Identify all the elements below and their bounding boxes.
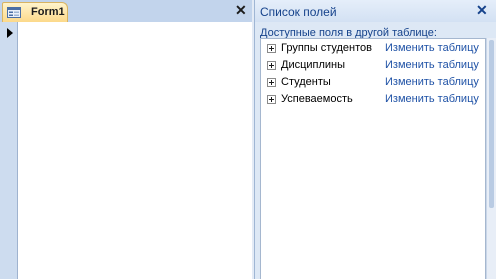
edit-table-link[interactable]: Изменить таблицу bbox=[385, 59, 479, 71]
form-icon bbox=[7, 7, 21, 18]
close-field-list-icon[interactable]: ✕ bbox=[476, 3, 488, 17]
table-name[interactable]: Дисциплины bbox=[281, 59, 345, 71]
tables-list: Группы студентов Изменить таблицу Дисцип… bbox=[260, 38, 486, 279]
list-item: Дисциплины Изменить таблицу bbox=[261, 58, 485, 75]
document-tab-strip: Form1 ✕ bbox=[0, 0, 254, 22]
table-name[interactable]: Студенты bbox=[281, 76, 331, 88]
edit-table-link[interactable]: Изменить таблицу bbox=[385, 76, 479, 88]
tab-label: Form1 bbox=[31, 6, 65, 18]
form-design-canvas[interactable] bbox=[18, 22, 252, 279]
field-list-title: Список полей bbox=[260, 5, 337, 19]
list-item: Студенты Изменить таблицу bbox=[261, 75, 485, 92]
field-list-pane: Список полей ✕ Доступные поля в другой т… bbox=[254, 0, 496, 279]
edit-table-link[interactable]: Изменить таблицу bbox=[385, 93, 479, 105]
form-document: Form1 ✕ bbox=[0, 0, 254, 279]
tab-form1[interactable]: Form1 bbox=[2, 2, 68, 22]
edit-table-link[interactable]: Изменить таблицу bbox=[385, 42, 479, 54]
vertical-scrollbar[interactable] bbox=[486, 38, 496, 279]
expand-plus-icon[interactable] bbox=[267, 61, 276, 70]
list-item: Группы студентов Изменить таблицу bbox=[261, 41, 485, 58]
expand-plus-icon[interactable] bbox=[267, 44, 276, 53]
list-item: Успеваемость Изменить таблицу bbox=[261, 92, 485, 109]
close-form-icon[interactable]: ✕ bbox=[235, 3, 247, 17]
record-selector-column bbox=[0, 22, 18, 279]
expand-plus-icon[interactable] bbox=[267, 95, 276, 104]
scrollbar-thumb[interactable] bbox=[489, 40, 494, 208]
current-record-arrow-icon bbox=[7, 28, 13, 38]
table-name[interactable]: Успеваемость bbox=[281, 93, 353, 105]
table-name[interactable]: Группы студентов bbox=[281, 42, 372, 54]
expand-plus-icon[interactable] bbox=[267, 78, 276, 87]
field-list-header: Список полей ✕ bbox=[255, 0, 496, 22]
